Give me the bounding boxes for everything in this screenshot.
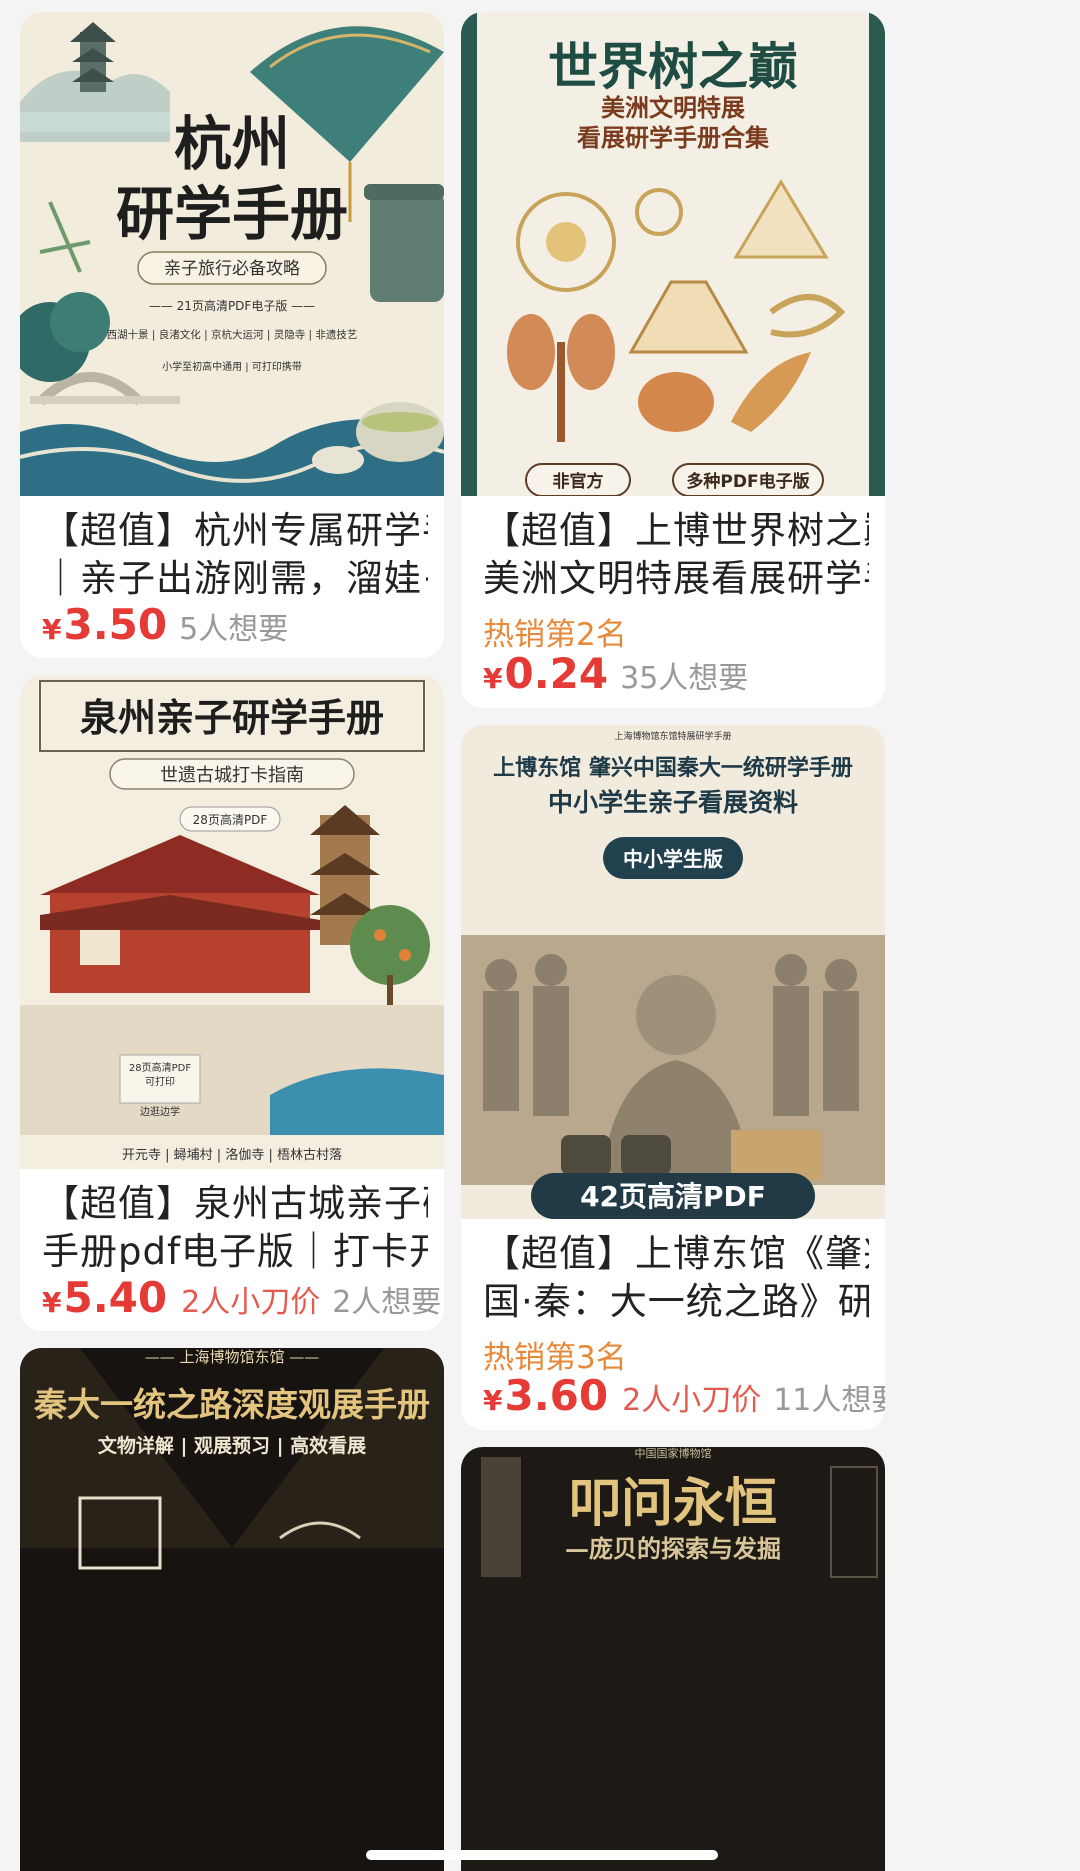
cover-sub2: 看展研学手册合集 <box>577 124 770 152</box>
cover-sub1: 美洲文明特展 <box>601 94 745 122</box>
product-title-cont[interactable]: 美洲文明特展看展研学手册 <box>483 552 869 606</box>
cover-spots: 开元寺 | 蟳埔村 | 洛伽寺 | 梧林古村落 <box>122 1148 342 1163</box>
cover-sub: —庞贝的探索与发掘 <box>565 1534 781 1563</box>
product-title-cont[interactable]: 手册pdf电子版｜打卡开元 <box>42 1225 428 1279</box>
currency-symbol: ¥ <box>42 1286 62 1319</box>
price-row: ¥ 3.50 5人想要 <box>42 600 288 649</box>
cover-title: 世界树之巅 <box>548 37 798 96</box>
cover-ribbon: 世遗古城打卡指南 <box>160 765 304 786</box>
product-card-quanzhou[interactable]: 泉州亲子研学手册 世遗古城打卡指南 28页高清PDF 28页高清PDF 可打印 … <box>20 675 444 1331</box>
cover-title1: 上博东馆 肇兴中国秦大一统研学手册 <box>493 755 853 781</box>
bargain-label: 2人小刀价 <box>181 1285 321 1320</box>
currency-symbol: ¥ <box>42 613 62 646</box>
cover-tag2: 多种PDF电子版 <box>686 471 809 492</box>
cover-image-qin-guide[interactable]: —— 上海博物馆东馆 —— 秦大一统之路深度观展手册 文物详解 | 观展预习 |… <box>20 1348 444 1871</box>
want-count: 5人想要 <box>179 612 289 647</box>
cover-spots: 西湖十景 | 良渚文化 | 京杭大运河 | 灵隐寺 | 非遗技艺 <box>107 328 358 341</box>
currency-symbol: ¥ <box>483 662 503 695</box>
home-indicator[interactable] <box>366 1850 718 1860</box>
want-count: 2人想要 <box>332 1285 442 1320</box>
currency-symbol: ¥ <box>483 1384 503 1417</box>
cover-title: 叩问永恒 <box>569 1473 777 1534</box>
product-title-cont[interactable]: ｜亲子出游刚需，溜娃+写 <box>42 552 428 606</box>
product-card-pompeii[interactable]: 中国国家博物馆 叩问永恒 —庞贝的探索与发掘 <box>461 1447 885 1871</box>
cover-note2: 可打印 <box>145 1075 175 1088</box>
price: 5.40 <box>63 1273 168 1322</box>
cover-image-pompeii[interactable]: 中国国家博物馆 叩问永恒 —庞贝的探索与发掘 <box>461 1447 885 1871</box>
price: 3.60 <box>504 1371 609 1420</box>
cover-pages: —— 21页高清PDF电子版 —— <box>149 298 315 313</box>
cover-image-quanzhou[interactable]: 泉州亲子研学手册 世遗古城打卡指南 28页高清PDF 28页高清PDF 可打印 … <box>20 675 444 1169</box>
cover-tag1: 非官方 <box>553 471 604 492</box>
cover-top: —— 上海博物馆东馆 —— <box>145 1348 320 1366</box>
cover-image-world-tree[interactable]: 世界树之巅 美洲文明特展 看展研学手册合集 非官方 多种PDF电子版 <box>461 12 885 496</box>
product-card-qin[interactable]: 上海博物馆东馆特展研学手册 上博东馆 肇兴中国秦大一统研学手册 中小学生亲子看展… <box>461 725 885 1430</box>
cover-title: 秦大一统之路深度观展手册 <box>33 1385 430 1424</box>
cover-note3: 边逛边学 <box>140 1105 180 1118</box>
price-row: ¥ 5.40 2人小刀价 2人想要 <box>42 1273 441 1322</box>
cover-sub: 文物详解 | 观展预习 | 高效看展 <box>98 1434 366 1457</box>
product-card-qin-guide[interactable]: —— 上海博物馆东馆 —— 秦大一统之路深度观展手册 文物详解 | 观展预习 |… <box>20 1348 444 1871</box>
price-row: ¥ 3.60 2人小刀价 11人想要 <box>483 1371 885 1420</box>
product-title-cont[interactable]: 国·秦：大一统之路》研学 <box>483 1275 869 1329</box>
product-title[interactable]: 【超值】上博世界树之巅· <box>483 504 869 558</box>
cover-title-line2: 研学手册 <box>116 180 348 248</box>
price: 3.50 <box>63 600 168 649</box>
cover-ribbon: 亲子旅行必备攻略 <box>164 259 300 279</box>
want-count: 35人想要 <box>620 661 749 696</box>
cover-top: 中国国家博物馆 <box>635 1447 712 1460</box>
cover-top: 上海博物馆东馆特展研学手册 <box>614 730 731 742</box>
product-card-hangzhou[interactable]: 杭州 研学手册 亲子旅行必备攻略 —— 21页高清PDF电子版 —— 西湖十景 … <box>20 12 444 658</box>
want-count: 11人想要 <box>773 1383 885 1418</box>
cover-title: 泉州亲子研学手册 <box>80 695 384 740</box>
cover-grade: 小学至初高中通用 | 可打印携带 <box>162 360 302 373</box>
cover-pill: 中小学生版 <box>623 847 723 871</box>
hot-rank-label: 热销第2名 <box>483 617 627 653</box>
product-card-world-tree[interactable]: 世界树之巅 美洲文明特展 看展研学手册合集 非官方 多种PDF电子版 【超值】上… <box>461 12 885 708</box>
cover-bottom: 42页高清PDF <box>580 1180 766 1213</box>
cover-image-qin[interactable]: 上海博物馆东馆特展研学手册 上博东馆 肇兴中国秦大一统研学手册 中小学生亲子看展… <box>461 725 885 1219</box>
cover-badge: 28页高清PDF <box>193 812 268 827</box>
price-row: ¥ 0.24 35人想要 <box>483 649 748 698</box>
product-title[interactable]: 【超值】上博东馆《肇兴中 <box>483 1227 869 1281</box>
price: 0.24 <box>504 649 609 698</box>
cover-title-line1: 杭州 <box>174 110 290 178</box>
cover-title2: 中小学生亲子看展资料 <box>548 788 798 817</box>
bargain-label: 2人小刀价 <box>622 1383 762 1418</box>
cover-image-hangzhou[interactable]: 杭州 研学手册 亲子旅行必备攻略 —— 21页高清PDF电子版 —— 西湖十景 … <box>20 12 444 496</box>
product-title[interactable]: 【超值】杭州专属研学手册 <box>42 504 428 558</box>
cover-note1: 28页高清PDF <box>129 1061 191 1074</box>
product-title[interactable]: 【超值】泉州古城亲子研学 <box>42 1177 428 1231</box>
